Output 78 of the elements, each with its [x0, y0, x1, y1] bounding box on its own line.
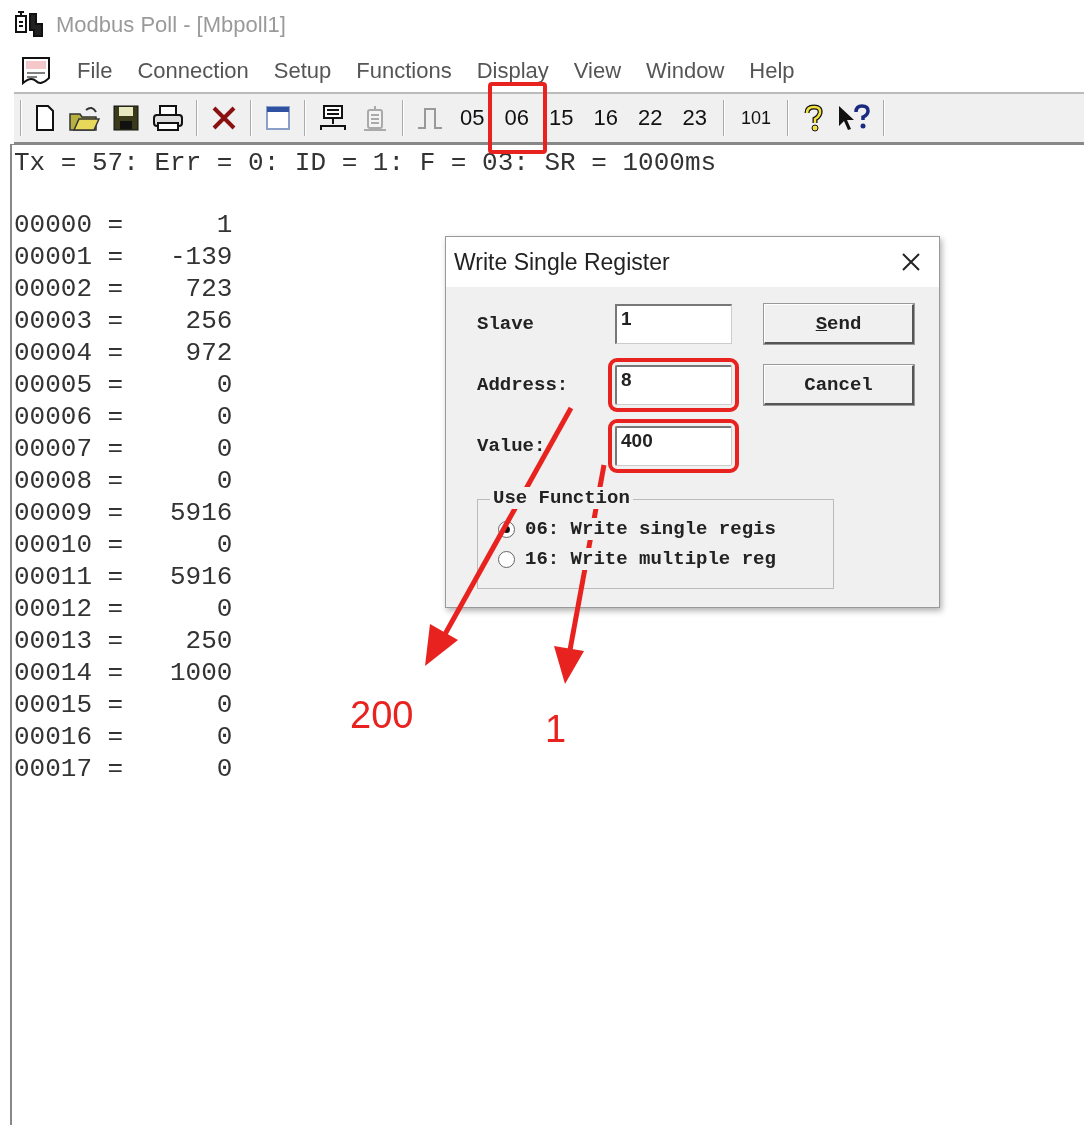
delete-icon[interactable]	[210, 104, 238, 132]
register-address: 00013 =	[14, 625, 124, 657]
register-value: 972	[184, 337, 233, 369]
function-code-button[interactable]: 05	[456, 101, 489, 135]
field-label: Address:	[477, 374, 570, 396]
register-value: 0	[215, 753, 233, 785]
register-value: -139	[169, 241, 233, 273]
register-address: 00002 =	[14, 273, 124, 305]
register-value: 1	[215, 209, 233, 241]
register-value: 0	[215, 401, 233, 433]
address-format-button[interactable]: 101	[736, 103, 775, 133]
menu-item[interactable]: Connection	[137, 58, 249, 84]
register-address: 00014 =	[14, 657, 124, 689]
annotation-label: 1	[545, 708, 567, 751]
print-icon[interactable]	[152, 104, 184, 132]
dialog-button[interactable]: Send	[764, 304, 914, 344]
function-code-button[interactable]: 23	[678, 101, 711, 135]
menu-item[interactable]: Setup	[273, 58, 332, 84]
document-icon[interactable]	[20, 55, 52, 87]
field-label: Value:	[477, 435, 547, 457]
menu-item[interactable]: File	[77, 58, 113, 84]
dialog-button[interactable]: Cancel	[764, 365, 914, 405]
register-address: 00007 =	[14, 433, 124, 465]
window-title: Modbus Poll - [Mbpoll1]	[56, 12, 286, 38]
function-code-button[interactable]: 22	[633, 101, 667, 135]
context-help-icon[interactable]	[836, 104, 871, 132]
register-value: 0	[215, 593, 233, 625]
register-address: 00001 =	[14, 241, 124, 273]
register-value: 0	[215, 689, 233, 721]
menu-item[interactable]: View	[573, 58, 622, 84]
register-address: 00011 =	[14, 561, 124, 593]
register-address: 00008 =	[14, 465, 124, 497]
radio-button[interactable]	[498, 550, 515, 568]
register-value: 723	[184, 273, 233, 305]
save-icon[interactable]	[112, 104, 140, 132]
register-address: 00006 =	[14, 401, 124, 433]
app-icon	[14, 10, 46, 40]
menu-item[interactable]: Display	[476, 58, 549, 84]
register-value: 0	[215, 433, 233, 465]
status-line: Tx = 57: Err = 0: ID = 1: F = 03: SR = 1000ms	[14, 147, 718, 179]
open-folder-icon[interactable]	[68, 104, 100, 132]
register-value: 5916	[169, 497, 233, 529]
register-address: 00009 =	[14, 497, 124, 529]
connect-icon[interactable]	[318, 104, 348, 132]
menu-item[interactable]: Help	[749, 58, 795, 84]
register-address: 00005 =	[14, 369, 124, 401]
register-value: 0	[215, 369, 233, 401]
radio-label[interactable]: 16: Write multiple reg	[525, 548, 776, 570]
register-address: 00000 =	[14, 209, 124, 241]
register-value: 0	[215, 465, 233, 497]
function-code-button[interactable]: 15	[544, 101, 578, 135]
highlight-box	[488, 82, 547, 154]
register-value: 0	[215, 721, 233, 753]
register-address: 00010 =	[14, 529, 124, 561]
annotation-label: 200	[350, 694, 414, 737]
register-value: 0	[215, 529, 233, 561]
register-value: 1000	[169, 657, 233, 689]
new-file-icon[interactable]	[34, 104, 56, 132]
dialog-title: Write Single Register	[454, 248, 670, 276]
function-code-button[interactable]: 16	[589, 101, 622, 135]
window-icon[interactable]	[264, 104, 292, 132]
function-code-button[interactable]: 06	[500, 101, 533, 135]
group-title: Use Function	[490, 487, 633, 509]
register-address: 00004 =	[14, 337, 124, 369]
menu-item[interactable]: Functions	[356, 58, 452, 84]
register-value: 5916	[169, 561, 233, 593]
register-address: 00015 =	[14, 689, 124, 721]
register-value: 256	[184, 305, 233, 337]
register-value: 250	[184, 625, 233, 657]
radio-label[interactable]: 06: Write single regis	[525, 518, 776, 540]
register-address: 00012 =	[14, 593, 124, 625]
input-field[interactable]: 1	[615, 304, 732, 344]
register-address: 00003 =	[14, 305, 124, 337]
menu-item[interactable]: Window	[646, 58, 725, 84]
register-address: 00017 =	[14, 753, 124, 785]
close-icon[interactable]	[901, 252, 921, 272]
register-address: 00016 =	[14, 721, 124, 753]
field-label: Slave	[477, 313, 535, 335]
